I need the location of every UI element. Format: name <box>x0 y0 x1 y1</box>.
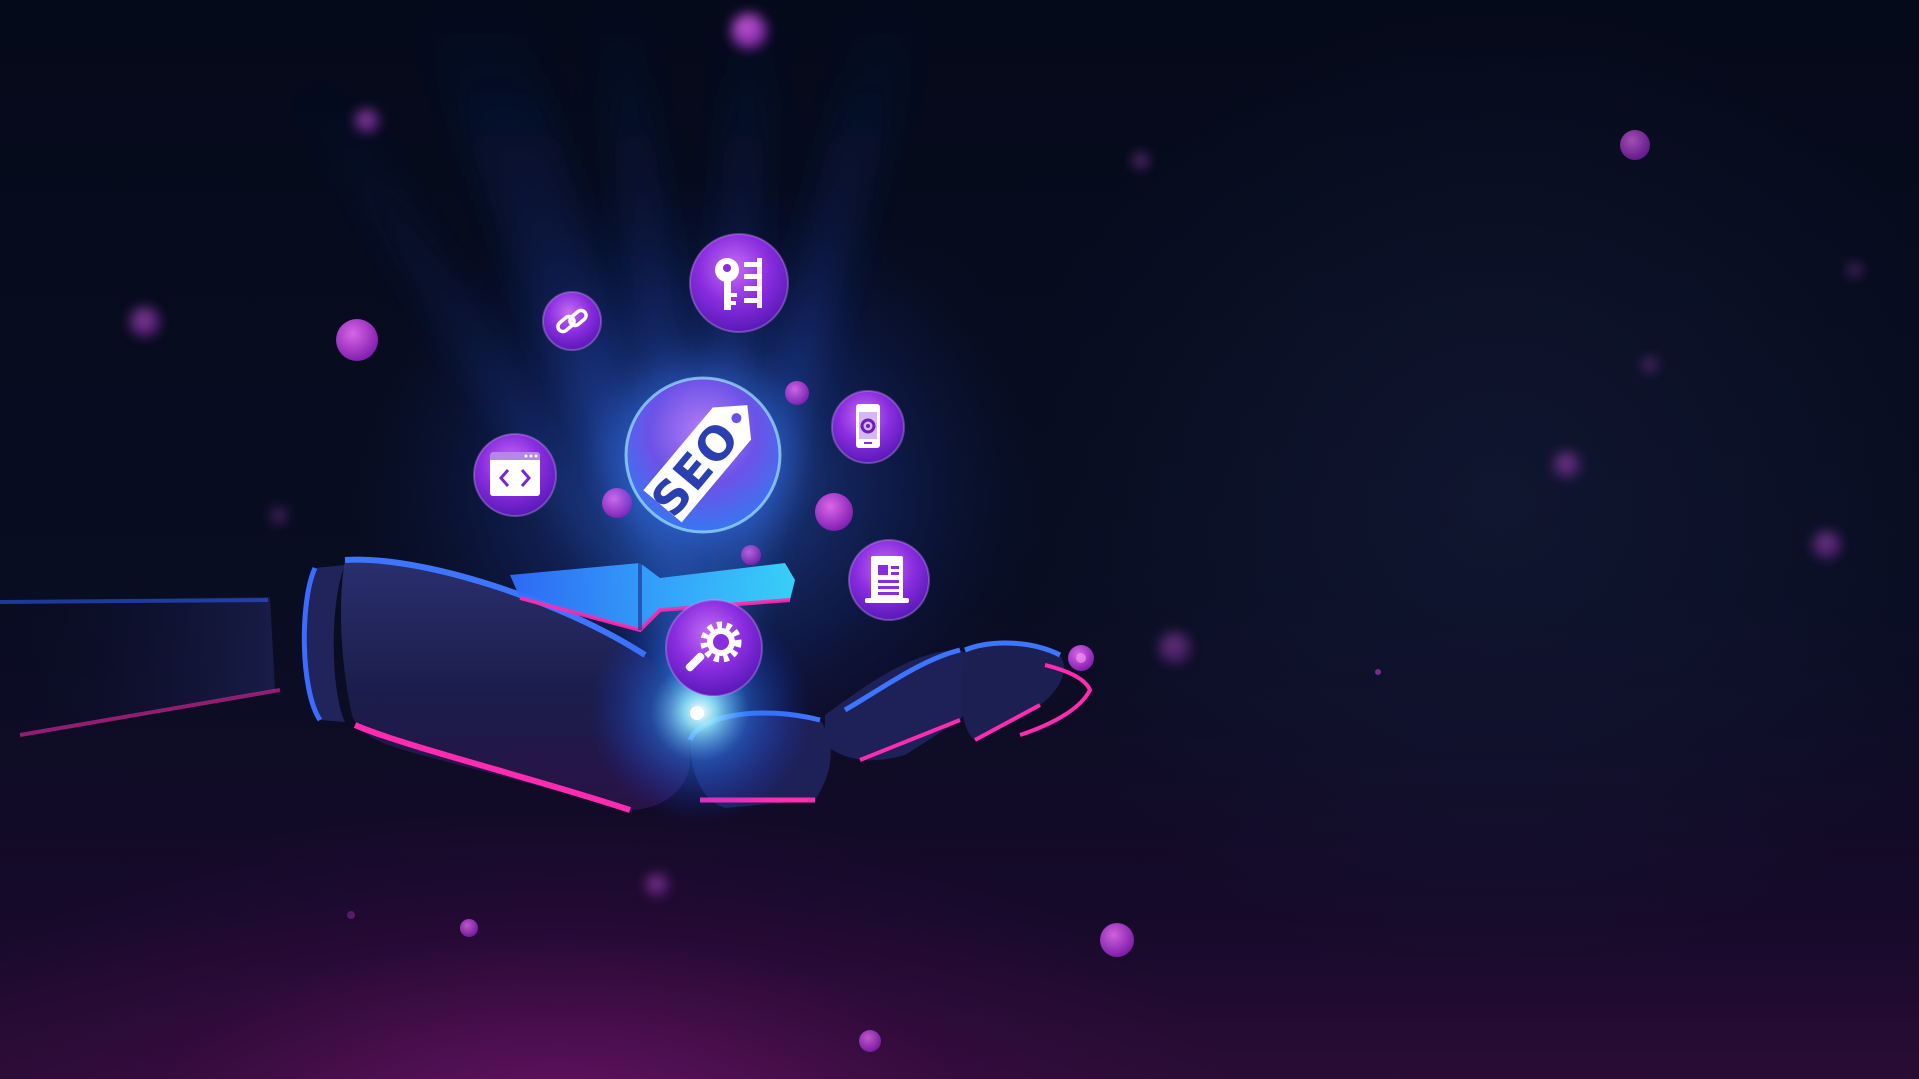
keyword-key-icon <box>689 233 789 333</box>
search-gear-icon <box>665 599 763 697</box>
code-window-icon <box>473 433 557 517</box>
scene-canvas: SEO <box>0 0 1919 1079</box>
document-icon <box>848 539 930 621</box>
mobile-settings-icon <box>831 390 905 464</box>
seo-tag-icon: SEO <box>611 363 795 547</box>
illustration: SEO <box>0 0 1862 1052</box>
palm-sparkle <box>690 706 704 720</box>
link-chain-icon <box>542 291 602 351</box>
